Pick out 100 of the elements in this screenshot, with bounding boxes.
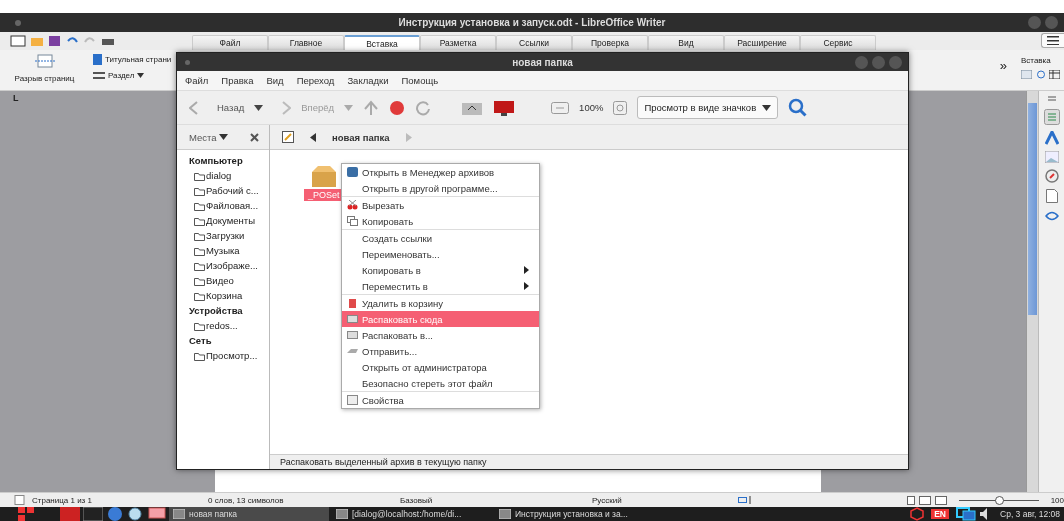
menu-item[interactable]: Закладки [347,75,389,86]
sidebar-item[interactable]: Документы [189,213,269,228]
menu-item[interactable]: Вид [266,75,284,86]
left-arrow-icon[interactable] [310,132,316,142]
computer-icon[interactable] [493,99,516,116]
sidebar-item[interactable]: Просмотр... [189,348,269,363]
ribbon-tab[interactable]: Разметка [420,35,496,50]
page-break-label[interactable]: Разрыв страниц [14,74,75,83]
sidebar-item[interactable]: Файловая... [189,198,269,213]
menu-button[interactable] [1041,33,1064,48]
view-mode-dropdown[interactable]: Просмотр в виде значков [637,96,779,119]
close-icon[interactable] [250,132,259,142]
window-menu-icon[interactable] [185,59,190,65]
ribbon-tab[interactable]: Ссылки [496,35,572,50]
package-icon[interactable] [910,507,925,521]
close-button[interactable] [889,55,902,69]
tab-stop-marker[interactable]: L [13,93,19,103]
ribbon-tab[interactable]: Вставка [344,35,420,50]
section-label[interactable]: Раздел [108,71,135,80]
taskbar-window-button[interactable]: Инструкция установка и за... [495,507,655,521]
page-icon[interactable] [1045,189,1058,203]
sidebar-item[interactable]: Рабочий с... [189,183,269,198]
menu-icon[interactable] [1045,95,1058,103]
sidebar-heading: Сеть [189,334,213,348]
zoom-in-icon[interactable] [613,100,628,115]
network-icon[interactable] [956,507,976,521]
sidebar-item[interactable]: dialog [189,168,269,183]
keyboard-layout-button[interactable]: EN [931,509,949,519]
scissors-icon [346,200,358,210]
ribbon-tab[interactable]: Проверка [572,35,648,50]
menu-item[interactable]: Вырезать [342,197,539,213]
menu-item[interactable]: Переименовать... [342,246,539,262]
save-icon[interactable] [48,35,61,47]
taskbar-window-button[interactable]: [dialog@localhost:/home/di... [332,507,492,521]
menu-item[interactable]: Открыть в другой программе... [342,180,539,196]
ribbon-tab[interactable]: Файл [192,35,268,50]
dropdown-caret-icon[interactable] [137,73,145,78]
menu-item[interactable]: Удалить в корзину [342,295,539,311]
maximize-button[interactable] [872,55,885,69]
stop-icon[interactable] [389,99,406,116]
window-menu-icon[interactable] [15,19,21,26]
sidebar-item[interactable]: Видео [189,273,269,288]
properties-icon[interactable] [1043,109,1060,125]
shapes-icon[interactable] [1035,70,1046,79]
menu-item[interactable]: Копировать [342,213,539,229]
sidebar-item[interactable]: Музыка [189,243,269,258]
menu-item[interactable]: Создать ссылки [342,230,539,246]
menu-item[interactable]: Открыть от администратора [342,359,539,375]
sidebar-item[interactable]: Корзина [189,288,269,303]
menu-item[interactable]: Свойства [342,392,539,408]
zoom-out-icon[interactable] [551,101,570,114]
up-arrow-icon[interactable] [363,99,380,116]
menu-item[interactable]: Помощь [401,75,439,86]
overflow-button[interactable]: » [999,58,1007,90]
page-break-icon[interactable] [32,54,57,68]
image-icon[interactable] [1021,70,1032,79]
view-layout-icon[interactable] [906,495,947,505]
menu-item[interactable]: Переместить в [342,278,539,294]
table-icon[interactable] [1049,70,1060,79]
menu-item[interactable]: Копировать в [342,262,539,278]
vertical-scrollbar[interactable] [1026,91,1038,492]
ribbon-tab[interactable]: Расширение [724,35,800,50]
folder-icon [194,260,205,271]
sidebar-item[interactable]: Изображе... [189,258,269,273]
menu-item[interactable]: Правка [221,75,254,86]
maximize-button[interactable] [1045,16,1058,29]
properties-icon [346,395,358,405]
title-page-label[interactable]: Титульная страни [105,55,172,64]
ribbon-tab[interactable]: Сервис [800,35,876,50]
edit-location-icon[interactable] [282,131,294,143]
gallery-icon[interactable] [1044,151,1059,163]
archive-icon[interactable] [310,164,337,188]
ribbon-tab[interactable]: Главное [268,35,344,50]
sidebar-item[interactable]: Загрузки [189,228,269,243]
reload-icon[interactable] [415,99,432,116]
navigator-icon[interactable] [1044,169,1059,183]
menu-item[interactable]: Файл [185,75,209,86]
menu-item[interactable]: Распаковать в... [342,327,539,343]
eye-icon[interactable] [1044,209,1059,223]
browser-icon[interactable] [106,507,124,521]
menu-item[interactable]: Отправить... [342,343,539,359]
minimize-button[interactable] [1028,16,1041,29]
taskbar-window-button[interactable]: новая папка [169,507,329,521]
back-button[interactable]: Назад [217,102,245,113]
section-icon[interactable] [93,71,105,80]
menu-item[interactable]: Переход [296,75,335,86]
new-document-icon[interactable] [10,35,26,47]
minimize-button[interactable] [855,55,868,69]
status-text: Распаковать выделенный архив в текущую папку [270,454,908,469]
menu-item[interactable]: Открыть в Менеджер архивов [342,164,539,180]
styles-icon[interactable] [1044,131,1059,145]
path-button[interactable]: новая папка [332,131,390,143]
menu-item[interactable]: Безопасно стереть этот файл [342,375,539,391]
places-dropdown[interactable]: Места [189,131,228,143]
send-icon [346,346,358,356]
start-menu-icon[interactable] [18,507,34,521]
monitor-icon[interactable] [148,507,166,521]
ribbon-tab[interactable]: Вид [648,35,724,50]
clock[interactable]: Ср, 3 авг, 12:08 [1000,509,1060,519]
sidebar-item[interactable]: redos... [189,318,269,333]
